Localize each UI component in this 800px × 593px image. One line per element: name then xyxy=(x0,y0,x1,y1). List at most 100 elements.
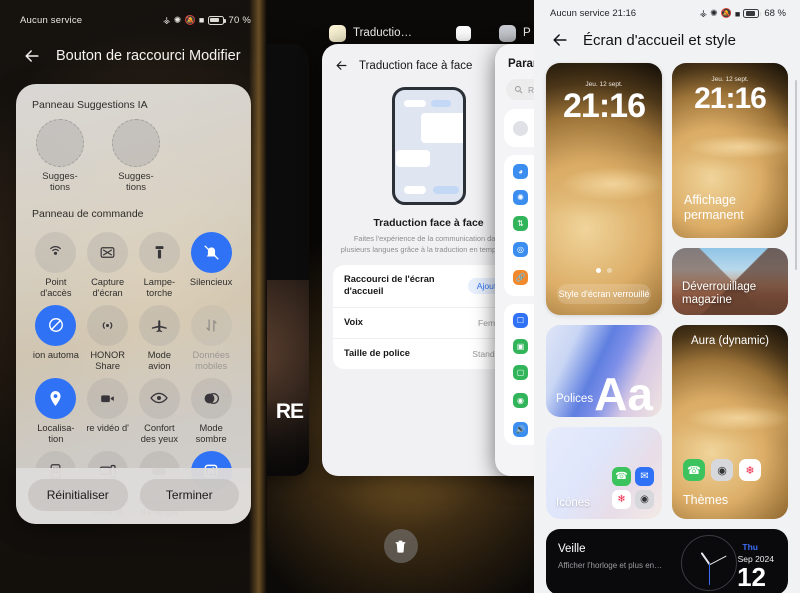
carrier-and-time: Aucun service 21:16 xyxy=(550,8,637,19)
page-dot[interactable] xyxy=(596,268,601,273)
settings-group-device: ☐ Té ▣ Éc ▢ Aff ◉ Éc HO 🔊 So xyxy=(504,304,534,446)
flashlight-icon xyxy=(138,231,180,273)
wifi-icon: ◕ xyxy=(513,163,528,179)
card-themes[interactable]: Aura (dynamic) ☎ ◉ ❄ Thèmes xyxy=(672,325,788,519)
vertical-scrollbar[interactable] xyxy=(794,80,797,270)
row-label: Voix xyxy=(344,317,363,328)
back-arrow-icon[interactable] xyxy=(550,30,570,50)
suggestion-label: Sugges- tions xyxy=(42,171,78,193)
silent-icon: 🔕 xyxy=(184,14,196,25)
aod-date: Jeu. 12 sept. xyxy=(711,76,749,83)
tile-screen-record[interactable]: re vidéo d' xyxy=(82,376,134,445)
tile-dark-mode[interactable]: Mode sombre xyxy=(185,376,237,445)
tile-location[interactable]: Localisa- tion xyxy=(30,376,82,445)
auto-rotate-icon xyxy=(35,304,77,346)
honor-screen-icon: ◉ xyxy=(513,393,528,409)
app-chip-label: P xyxy=(523,27,531,39)
settings-row[interactable]: ▣ Éc xyxy=(504,333,534,359)
card-fonts[interactable]: Polices Aa xyxy=(546,325,662,417)
recent-card-settings[interactable]: Paramè Reche C ◕ Wi ✺ Blu ⇅ xyxy=(495,44,534,476)
card-lockscreen-style[interactable]: Jeu. 12 sept. 21:16 Style d'écran verrou… xyxy=(546,63,662,315)
tile-label: ion automa xyxy=(32,349,79,360)
back-arrow-icon[interactable] xyxy=(22,46,42,66)
delete-all-icon xyxy=(395,540,406,553)
done-button[interactable]: Terminer xyxy=(139,479,239,511)
sim-alert-icon: ■ xyxy=(198,15,205,25)
app-chip-translation[interactable]: Traductio… xyxy=(329,24,413,42)
card-always-on-display[interactable]: Jeu. 12 sept. 21:16 Affichage permanent xyxy=(672,63,788,238)
app-chip-label: Traductio… xyxy=(353,27,413,39)
tile-label: Lampe- torche xyxy=(143,276,176,298)
right-page-header: Écran d'accueil et style xyxy=(534,19,800,61)
settings-row[interactable]: ⇅ Ré xyxy=(504,210,534,236)
camera-icon: ◉ xyxy=(711,459,733,481)
suggestion-slot-2[interactable]: Sugges- tions xyxy=(110,119,162,194)
recent-card-content: s Go ements p e de films et ó xyxy=(267,44,309,209)
silent-icon: 🔕 xyxy=(720,8,732,18)
tile-eye-comfort[interactable]: Confort des yeux xyxy=(134,376,186,445)
lockscreen-style-label[interactable]: Style d'écran verrouillé xyxy=(557,284,651,304)
app-chip-settings[interactable]: P xyxy=(499,24,531,42)
fonts-sample: Aa xyxy=(594,368,653,417)
tile-label: Mode sombre xyxy=(195,422,227,444)
control-center-card: Panneau Suggestions IA Sugges- tions Sug… xyxy=(16,84,251,524)
ai-suggestions-title: Panneau Suggestions IA xyxy=(32,99,148,111)
style-column-left: Jeu. 12 sept. 21:16 Style d'écran verrou… xyxy=(546,63,662,519)
lock-time: 21:16 xyxy=(563,87,646,125)
translation-illustration xyxy=(391,87,466,205)
settings-row[interactable]: ◕ Wi xyxy=(504,158,534,184)
settings-row[interactable]: ✺ Blu xyxy=(504,184,534,210)
tile-airplane[interactable]: Mode avion xyxy=(134,303,186,372)
avatar-icon xyxy=(513,120,528,136)
settings-row-account[interactable]: C xyxy=(504,115,534,141)
app-chip-book[interactable] xyxy=(455,24,479,42)
settings-header-title: Paramè xyxy=(508,58,534,70)
settings-row[interactable]: ◉ Éc HO xyxy=(504,385,534,416)
card-icons[interactable]: Icônes ☎ ✉ ❄ ◉ xyxy=(546,427,662,519)
left-page-header: Bouton de raccourci Modifier xyxy=(0,30,267,80)
settings-row[interactable]: 🔗 Plu co xyxy=(504,262,534,293)
card-magazine-unlock[interactable]: Déverrouillage magazine xyxy=(672,248,788,315)
settings-icon xyxy=(499,24,516,42)
settings-row[interactable]: ☐ Té xyxy=(504,307,534,333)
suggestion-slot-1[interactable]: Sugges- tions xyxy=(34,119,86,194)
messages-icon: ✉ xyxy=(635,467,654,486)
settings-row[interactable]: ▢ Aff xyxy=(504,359,534,385)
bluetooth-icon: ✺ xyxy=(513,189,528,205)
screenshot-icon xyxy=(87,231,129,273)
tile-screenshot[interactable]: Capture d'écran xyxy=(82,230,134,299)
standby-date-number: 12 xyxy=(737,562,766,592)
tile-hotspot[interactable]: Point d'accès xyxy=(30,230,82,299)
standby-subtitle: Afficher l'horloge et plus en… xyxy=(558,561,663,570)
suggestion-label: Sugges- tions xyxy=(118,171,154,193)
nfc-icon: ⚶ xyxy=(699,8,708,18)
card-standby-mode[interactable]: Veille Afficher l'horloge et plus en… Th… xyxy=(546,529,788,593)
tile-label: HONOR Share xyxy=(90,349,125,371)
settings-search-field[interactable]: Reche xyxy=(506,79,534,100)
card-go-text: s Go xyxy=(267,110,299,119)
tile-honor-share[interactable]: HONOR Share xyxy=(82,303,134,372)
clear-all-button[interactable] xyxy=(383,529,418,563)
mobile-data-icon xyxy=(190,304,232,346)
bell-off-icon xyxy=(190,231,232,273)
settings-row[interactable]: ◎ HO xyxy=(504,236,534,262)
tile-label: Capture d'écran xyxy=(91,276,125,298)
recent-card-video-app[interactable]: s Go ements p e de films et ó RE xyxy=(267,44,309,476)
row-label: Taille de police xyxy=(344,348,410,359)
tile-flashlight[interactable]: Lampe- torche xyxy=(134,230,186,299)
translate-icon xyxy=(329,24,346,42)
settings-row[interactable]: 🔊 So xyxy=(504,416,534,442)
tile-auto-rotate[interactable]: ion automa xyxy=(30,303,82,372)
analog-clock-icon xyxy=(681,535,737,591)
card-subtext: e de films et ó xyxy=(267,190,299,199)
page-dot[interactable] xyxy=(607,268,612,273)
nfc-icon: ⚶ xyxy=(162,14,171,25)
back-arrow-icon[interactable] xyxy=(334,58,349,73)
control-center-footer: Réinitialiser Terminer xyxy=(16,468,251,524)
reset-button[interactable]: Réinitialiser xyxy=(28,479,128,511)
tile-label: Données mobiles xyxy=(192,349,230,371)
recents-app-chips: Traductio… P xyxy=(267,22,534,44)
screen-record-icon xyxy=(87,377,129,419)
tile-mobile-data[interactable]: Données mobiles xyxy=(185,303,237,372)
tile-silent[interactable]: Silencieux xyxy=(185,230,237,299)
